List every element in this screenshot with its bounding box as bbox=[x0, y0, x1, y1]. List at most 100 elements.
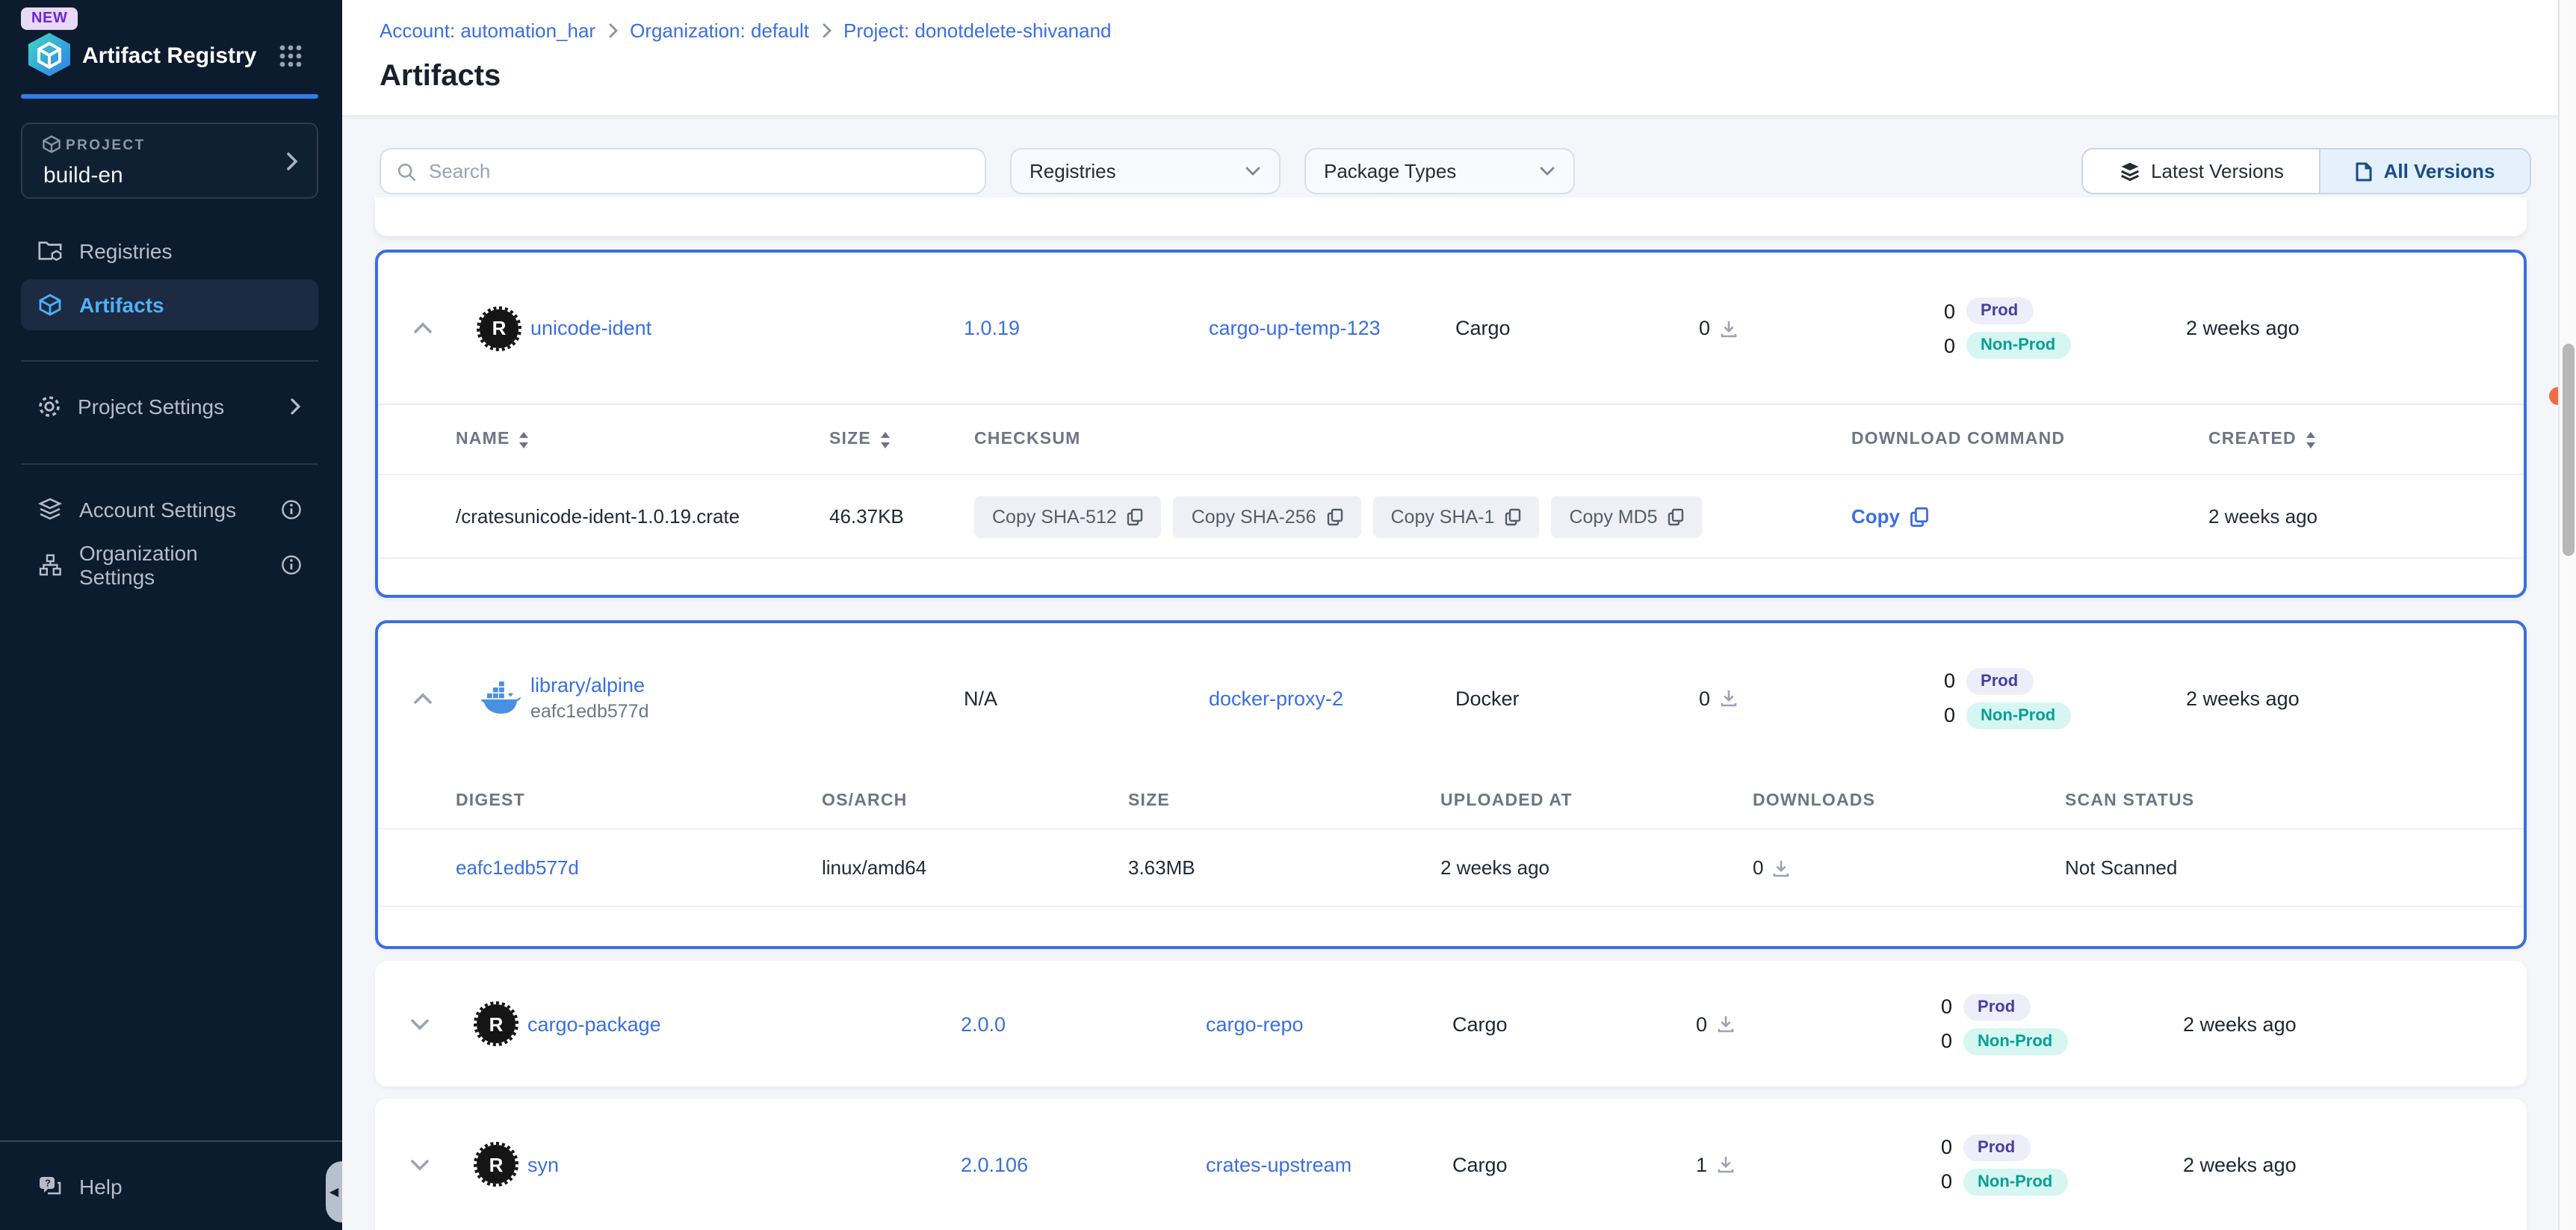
downloads-cell: 0 bbox=[1696, 1013, 1941, 1035]
project-cube-icon bbox=[42, 135, 61, 154]
column-header: DIGEST bbox=[456, 791, 525, 809]
row-menu-icon[interactable] bbox=[2450, 1010, 2462, 1037]
sidebar-item-artifacts[interactable]: Artifacts bbox=[21, 279, 318, 330]
copy-sha256-button[interactable]: Copy SHA-256 bbox=[1174, 495, 1361, 537]
button-label: Copy bbox=[1851, 505, 1900, 528]
search-input[interactable] bbox=[429, 160, 970, 182]
feedback-beacon[interactable] bbox=[2549, 387, 2558, 405]
artifact-registry-link[interactable]: crates-upstream bbox=[1206, 1153, 1452, 1175]
row-menu-icon[interactable] bbox=[2397, 854, 2409, 881]
all-versions-button[interactable]: All Versions bbox=[2320, 149, 2530, 193]
artifact-version-link[interactable]: 2.0.106 bbox=[961, 1153, 1206, 1175]
registries-icon bbox=[37, 239, 63, 263]
copy-download-command-button[interactable]: Copy bbox=[1851, 505, 2208, 528]
artifact-name-link[interactable]: syn bbox=[527, 1153, 961, 1175]
created-at: 2 weeks ago bbox=[2183, 1153, 2450, 1175]
collapse-row-icon[interactable] bbox=[412, 691, 433, 705]
sidebar-collapse-button[interactable]: ◀ bbox=[326, 1161, 342, 1223]
collapse-row-icon[interactable] bbox=[412, 321, 433, 335]
column-header: SIZE bbox=[1128, 791, 1170, 809]
sort-icon[interactable] bbox=[518, 430, 531, 449]
column-header: CREATED bbox=[2208, 430, 2297, 448]
download-icon bbox=[1716, 1155, 1734, 1173]
sidebar-item-organization-settings[interactable]: Organization Settings bbox=[21, 540, 318, 590]
copy-icon bbox=[1909, 506, 1928, 527]
nonprod-count: 0 bbox=[1941, 1170, 1952, 1193]
artifact-name-link[interactable]: library/alpine bbox=[530, 674, 964, 696]
sidebar-item-label: Artifacts bbox=[79, 293, 164, 317]
artifact-card-library-alpine: library/alpine eafc1edb577d N/A docker-p… bbox=[375, 620, 2527, 949]
artifact-version-link[interactable]: 1.0.19 bbox=[964, 317, 1209, 339]
expand-row-icon[interactable] bbox=[409, 1158, 430, 1171]
layers-icon bbox=[37, 498, 63, 522]
app-grid-icon[interactable] bbox=[278, 43, 303, 69]
sidebar-item-label: Project Settings bbox=[78, 395, 224, 418]
version-view-toggle: Latest Versions All Versions bbox=[2081, 148, 2531, 194]
copy-sha1-button[interactable]: Copy SHA-1 bbox=[1373, 495, 1540, 537]
artifact-registry-link[interactable]: cargo-up-temp-123 bbox=[1209, 317, 1455, 339]
artifact-registry-link[interactable]: cargo-repo bbox=[1206, 1013, 1452, 1035]
artifact-registry-link[interactable]: docker-proxy-2 bbox=[1209, 687, 1455, 709]
prod-badge: Prod bbox=[1963, 1134, 2030, 1161]
breadcrumb: Account: automation_har Organization: de… bbox=[380, 19, 1112, 42]
downloads-count: 0 bbox=[1753, 856, 1763, 879]
copy-sha512-button[interactable]: Copy SHA-512 bbox=[974, 495, 1162, 537]
digest-size: 3.63MB bbox=[1128, 856, 1440, 879]
row-menu-icon[interactable] bbox=[2453, 684, 2465, 711]
package-type: Cargo bbox=[1455, 317, 1699, 339]
module-active-bar bbox=[21, 94, 318, 99]
file-name: /cratesunicode-ident-1.0.19.crate bbox=[456, 505, 829, 528]
chevron-right-icon bbox=[821, 22, 832, 39]
package-type: Cargo bbox=[1452, 1013, 1696, 1035]
artifact-name-link[interactable]: cargo-package bbox=[527, 1013, 961, 1035]
prod-badge: Prod bbox=[1966, 667, 2033, 694]
sidebar-item-label: Organization Settings bbox=[79, 541, 248, 589]
sidebar-item-registries[interactable]: Registries bbox=[21, 226, 318, 276]
sidebar-item-account-settings[interactable]: Account Settings bbox=[21, 484, 318, 535]
latest-versions-button[interactable]: Latest Versions bbox=[2083, 149, 2320, 193]
downloads-cell: 0 bbox=[1699, 317, 1944, 339]
downloads-cell: 0 bbox=[1753, 856, 2065, 879]
cargo-package-icon: R bbox=[477, 1004, 515, 1043]
sort-icon[interactable] bbox=[879, 430, 892, 449]
digest-link[interactable]: eafc1edb577d bbox=[456, 856, 822, 879]
digests-table-header: DIGEST OS/ARCH SIZE UPLOADED AT DOWNLOAD… bbox=[378, 773, 2524, 828]
download-icon bbox=[1719, 319, 1737, 337]
environment-counts: 0Prod 0Non-Prod bbox=[1941, 993, 2183, 1054]
artifact-name-link[interactable]: unicode-ident bbox=[530, 317, 964, 339]
project-selector[interactable]: PROJECT build-en bbox=[21, 123, 318, 199]
prod-count: 0 bbox=[1941, 995, 1952, 1018]
nonprod-badge: Non-Prod bbox=[1963, 1168, 2067, 1195]
downloads-cell: 0 bbox=[1699, 687, 1944, 709]
created-at: 2 weeks ago bbox=[2183, 1013, 2450, 1035]
scrollbar-thumb[interactable] bbox=[2563, 344, 2575, 556]
registries-filter-dropdown[interactable]: Registries bbox=[1010, 148, 1281, 194]
project-name: build-en bbox=[43, 163, 123, 188]
sidebar-item-project-settings[interactable]: Project Settings bbox=[21, 381, 318, 432]
column-header: DOWNLOAD COMMAND bbox=[1851, 430, 2065, 448]
column-header: CHECKSUM bbox=[974, 430, 1081, 448]
breadcrumb-organization[interactable]: Organization: default bbox=[630, 19, 809, 42]
package-types-filter-dropdown[interactable]: Package Types bbox=[1304, 148, 1575, 194]
breadcrumb-account[interactable]: Account: automation_har bbox=[380, 19, 595, 42]
expand-row-icon[interactable] bbox=[409, 1017, 430, 1030]
row-menu-icon[interactable] bbox=[2450, 1151, 2462, 1178]
nonprod-count: 0 bbox=[1941, 1030, 1952, 1052]
column-header: UPLOADED AT bbox=[1440, 791, 1573, 809]
artifact-summary-row: R unicode-ident 1.0.19 cargo-up-temp-123… bbox=[378, 253, 2524, 404]
downloads-count: 0 bbox=[1699, 687, 1710, 709]
artifact-name-cell: library/alpine eafc1edb577d bbox=[530, 674, 964, 722]
artifact-card-syn: R syn 2.0.106 crates-upstream Cargo 1 0P… bbox=[375, 1098, 2527, 1230]
breadcrumb-project[interactable]: Project: donotdelete-shivanand bbox=[843, 19, 1111, 42]
scrollbar-track[interactable] bbox=[2558, 0, 2576, 1230]
chevron-right-icon bbox=[285, 151, 299, 172]
artifact-version-link[interactable]: 2.0.0 bbox=[961, 1013, 1206, 1035]
info-icon bbox=[281, 499, 302, 520]
row-menu-icon[interactable] bbox=[2453, 315, 2465, 342]
copy-md5-button[interactable]: Copy MD5 bbox=[1551, 495, 1702, 537]
scrolled-card-remnant bbox=[375, 197, 2527, 236]
sort-icon[interactable] bbox=[2304, 430, 2318, 449]
package-type: Cargo bbox=[1452, 1153, 1696, 1175]
sidebar-item-help[interactable]: ? Help bbox=[21, 1161, 318, 1212]
new-badge: NEW bbox=[21, 7, 78, 30]
